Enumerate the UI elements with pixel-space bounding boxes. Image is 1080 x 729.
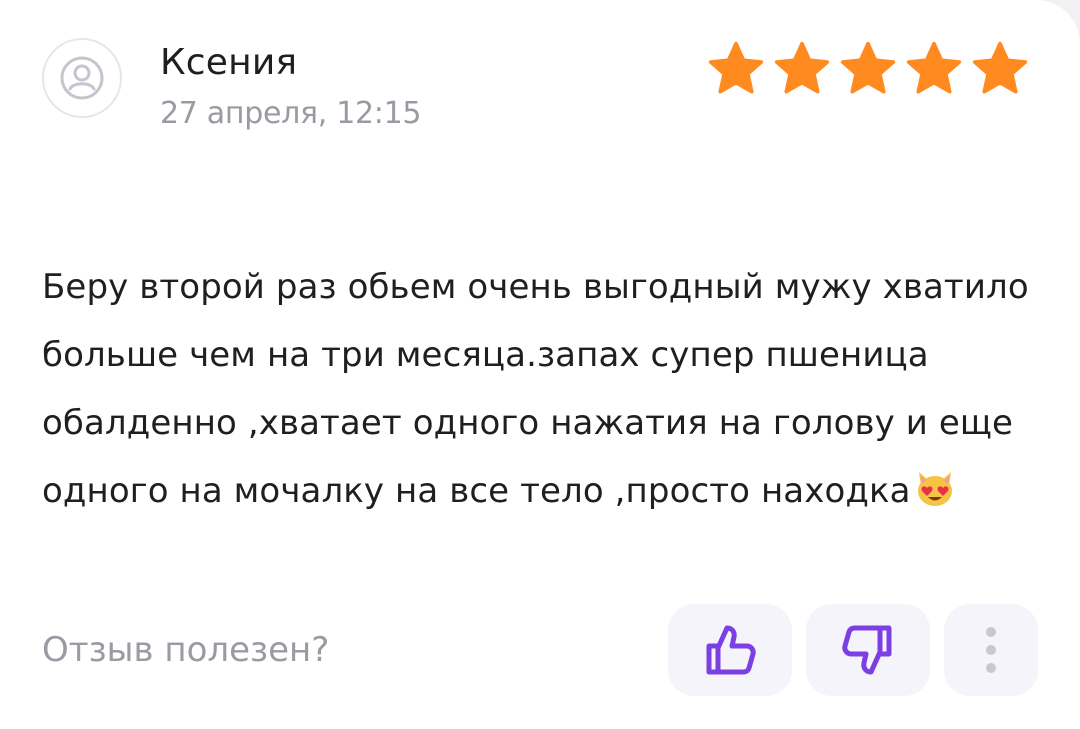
helpful-question: Отзыв полезен? (42, 630, 330, 670)
author-name[interactable]: Ксения (160, 42, 297, 83)
thumbs-up-icon (706, 625, 756, 675)
dislike-button[interactable] (806, 604, 930, 696)
review-card: Ксения 27 апреля, 12:15 Беру второй раз … (0, 0, 1080, 729)
star-icon (708, 41, 764, 94)
star-icon (840, 41, 896, 94)
user-icon (60, 56, 104, 100)
star-icon (972, 41, 1028, 94)
rating-stars (704, 38, 1032, 100)
smiling-cat-heart-eyes-icon (913, 463, 957, 531)
review-text-body: Беру второй раз обьем очень выгодный муж… (42, 267, 1029, 511)
thumbs-down-icon (842, 625, 892, 675)
avatar[interactable] (42, 38, 122, 118)
review-text: Беру второй раз обьем очень выгодный муж… (42, 253, 1032, 531)
more-vertical-icon (986, 627, 996, 673)
like-button[interactable] (668, 604, 792, 696)
more-options-button[interactable] (944, 604, 1038, 696)
star-icon (906, 41, 962, 94)
star-icon (774, 41, 830, 94)
review-date: 27 апреля, 12:15 (160, 96, 422, 131)
